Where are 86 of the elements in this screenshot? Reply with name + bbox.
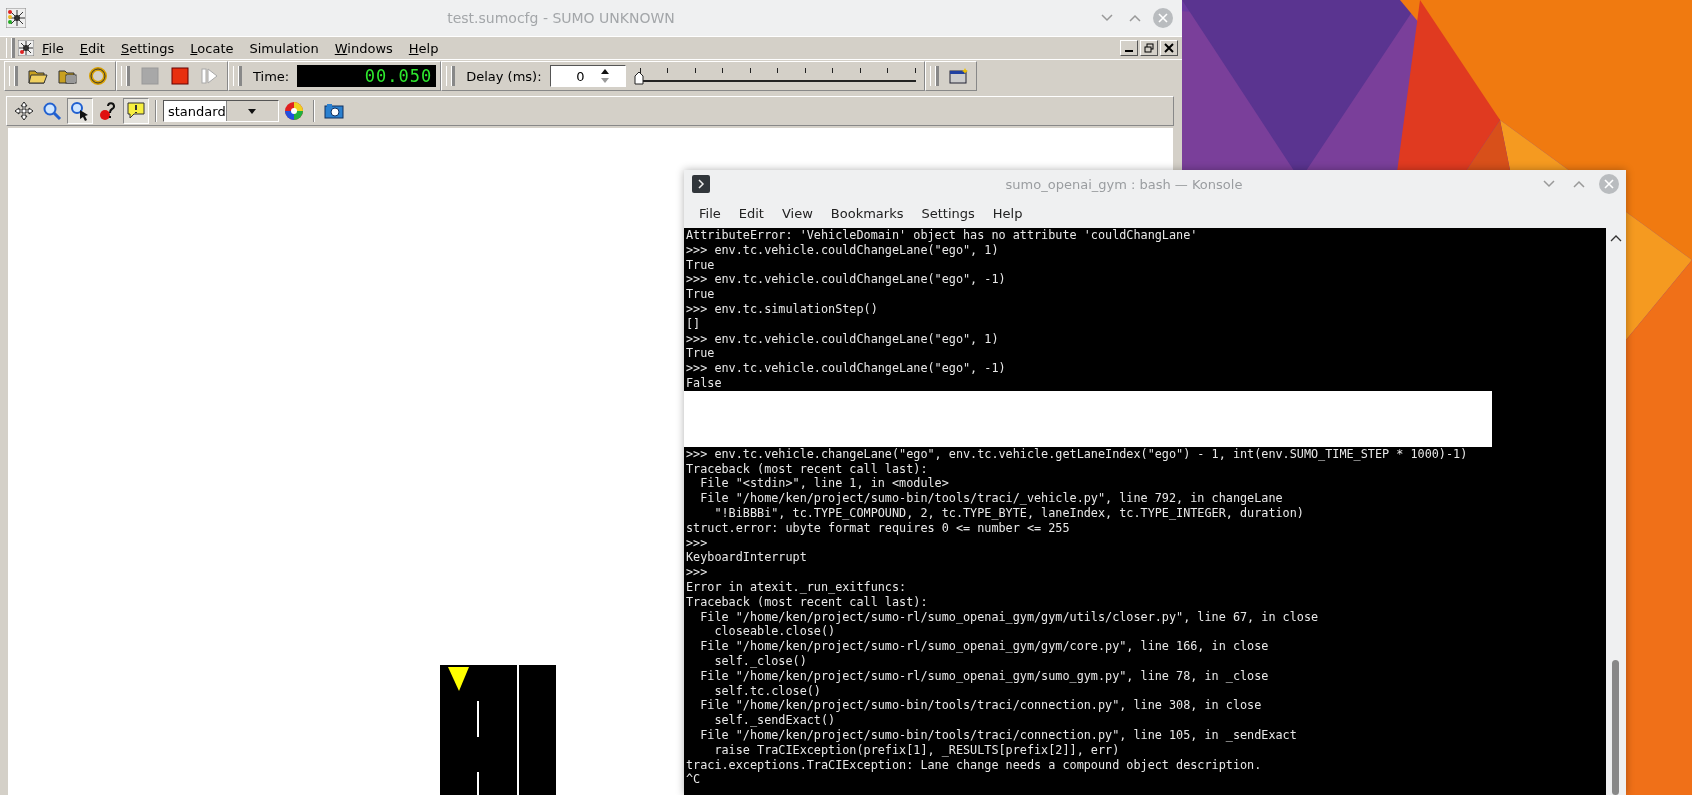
menu-item[interactable]: Edit <box>71 38 113 58</box>
delay-label: Delay (ms): <box>465 68 543 84</box>
close-icon <box>1164 43 1174 53</box>
close-button[interactable] <box>1160 40 1178 56</box>
search-icon <box>42 101 62 121</box>
menu-item[interactable]: Bookmarks <box>821 201 913 225</box>
terminal-line: self.tc.close() <box>713 683 822 699</box>
delay-spinbox[interactable]: 0 <box>549 65 626 87</box>
terminal-line: Traceback (most recent call last): <box>686 461 929 477</box>
menu-item[interactable]: Simulation <box>241 38 327 58</box>
menu-item[interactable]: File <box>34 38 72 58</box>
toolbar-grip[interactable] <box>121 66 128 86</box>
app-icon <box>6 8 26 28</box>
terminal-line: ^C <box>686 772 702 788</box>
menu-item[interactable]: Settings <box>912 201 984 225</box>
folder-icon <box>28 67 48 85</box>
question-icon <box>98 101 118 121</box>
menu-item[interactable]: File <box>690 201 730 225</box>
vehicle-marker <box>448 667 469 691</box>
step-icon <box>201 67 219 85</box>
locate-cursor-icon <box>70 101 90 121</box>
toolbar-grip[interactable] <box>9 66 16 86</box>
menu-item[interactable]: Windows <box>326 38 401 58</box>
terminal-line: struct.error: ubyte format requires 0 <= number <= 255 <box>686 520 1071 536</box>
terminal-line: closeable.close() <box>713 624 837 640</box>
terminal-line: Error in atexit._run_exitfuncs: <box>686 579 908 595</box>
terminal-icon <box>692 175 710 193</box>
terminal-line: True <box>686 257 715 273</box>
restore-icon <box>1144 43 1154 53</box>
toolbar-grip[interactable] <box>233 66 240 86</box>
terminal-line: self._sendExact() <box>713 713 837 728</box>
terminal-line: self._close() <box>713 653 808 669</box>
reload-icon <box>88 66 108 86</box>
minimize-button[interactable] <box>1120 40 1138 56</box>
square-icon <box>141 67 159 85</box>
move-arrows-icon <box>14 101 34 121</box>
terminal-line: >>> <box>686 535 709 551</box>
terminal-line: [] <box>686 316 702 332</box>
time-display: 00.050 <box>297 65 437 87</box>
terminal-line: File "<stdin>", line 1, in <module> <box>699 476 950 492</box>
window-title: test.sumocfg - SUMO UNKNOWN <box>446 10 676 26</box>
scheme-dropdown[interactable]: standard <box>163 100 279 122</box>
terminal-line: Traceback (most recent call last): <box>686 594 929 610</box>
terminal-line: >>> env.tc.simulationStep() <box>686 302 879 317</box>
folder-icon <box>58 67 78 85</box>
restore-button[interactable] <box>1140 40 1158 56</box>
toolbar-button[interactable] <box>123 98 149 124</box>
scrollbar-thumb[interactable] <box>1612 660 1619 795</box>
toolbar-grip[interactable] <box>446 66 454 86</box>
caret-icon <box>247 107 258 115</box>
terminal-line: >>> <box>686 565 709 580</box>
toolbar-grip[interactable] <box>6 38 13 58</box>
terminal-line: raise TraCIException(prefix[1], _RESULTS[prefix[2]], err) <box>713 742 1121 758</box>
terminal-line: File "/home/ken/project/sumo-rl/sumo_openai_gym/gym/utils/closer.py", line 67, in close <box>699 609 1320 625</box>
terminal-line: AttributeError: 'VehicleDomain' object has no attribute 'couldChangLane' <box>686 228 1199 243</box>
terminal-line: >>> env.tc.vehicle.couldChangeLane("ego", 1) <box>686 331 1000 347</box>
terminal-line: traci.exceptions.TraCIException: Lane change needs a compound object description. <box>686 757 1263 773</box>
toolbar-grip[interactable] <box>929 66 937 86</box>
slider-thumb[interactable] <box>633 71 644 85</box>
menu-item[interactable]: Locate <box>182 38 242 58</box>
menu-item[interactable]: View <box>772 201 822 225</box>
terminal-line: "!BiBBBi", tc.TYPE_COMPOUND, 2, tc.TYPE_BYTE, laneIndex, tc.TYPE_INTEGER, duration) <box>713 505 1305 521</box>
stop-icon <box>171 67 189 85</box>
terminal-line: File "/home/ken/project/sumo-rl/sumo_openai_gym/gym/core.py", line 166, in close <box>699 639 1270 654</box>
minimize-icon <box>1125 50 1133 52</box>
terminal-line: File "/home/ken/project/sumo-bin/tools/traci/_vehicle.py", line 792, in changeLane <box>699 491 1284 506</box>
terminal-line: >>> env.tc.vehicle.couldChangeLane("ego", -1) <box>686 272 1007 288</box>
app-icon <box>18 40 34 56</box>
menu-item[interactable]: Help <box>400 38 447 58</box>
menu-item[interactable]: Edit <box>729 201 773 225</box>
menu-item[interactable]: Help <box>983 201 1032 225</box>
terminal-line: >>> env.tc.vehicle.couldChangeLane("ego", -1) <box>686 361 1007 376</box>
toolbar-button[interactable] <box>67 98 93 124</box>
terminal-line: True <box>686 346 715 362</box>
terminal-line: False <box>686 375 723 391</box>
window-title: sumo_openai_gym : bash — Konsole <box>1004 176 1244 192</box>
terminal-line: >>> env.tc.vehicle.changeLane("ego", env.tc.vehicle.getLaneIndex("ego") - 1, int(env.SUMO_TIME_STEP * 1000)-1) <box>686 446 1469 462</box>
speech-bubble-icon <box>126 101 146 121</box>
terminal-line: KeyboardInterrupt <box>686 550 808 566</box>
terminal-line: File "/home/ken/project/sumo-bin/tools/traci/connection.py", line 308, in close <box>699 698 1263 714</box>
time-label: Time: <box>252 68 291 84</box>
terminal-line: True <box>686 287 715 302</box>
terminal-line: File "/home/ken/project/sumo-bin/tools/traci/connection.py", line 105, in _sendExact <box>699 727 1298 743</box>
menu-item[interactable]: Settings <box>112 38 183 58</box>
terminal-line: File "/home/ken/project/sumo-rl/sumo_openai_gym/sumo_gym.py", line 78, in _close <box>699 668 1270 684</box>
terminal-line: >>> env.tc.vehicle.couldChangeLane("ego", 1) <box>686 242 1000 258</box>
